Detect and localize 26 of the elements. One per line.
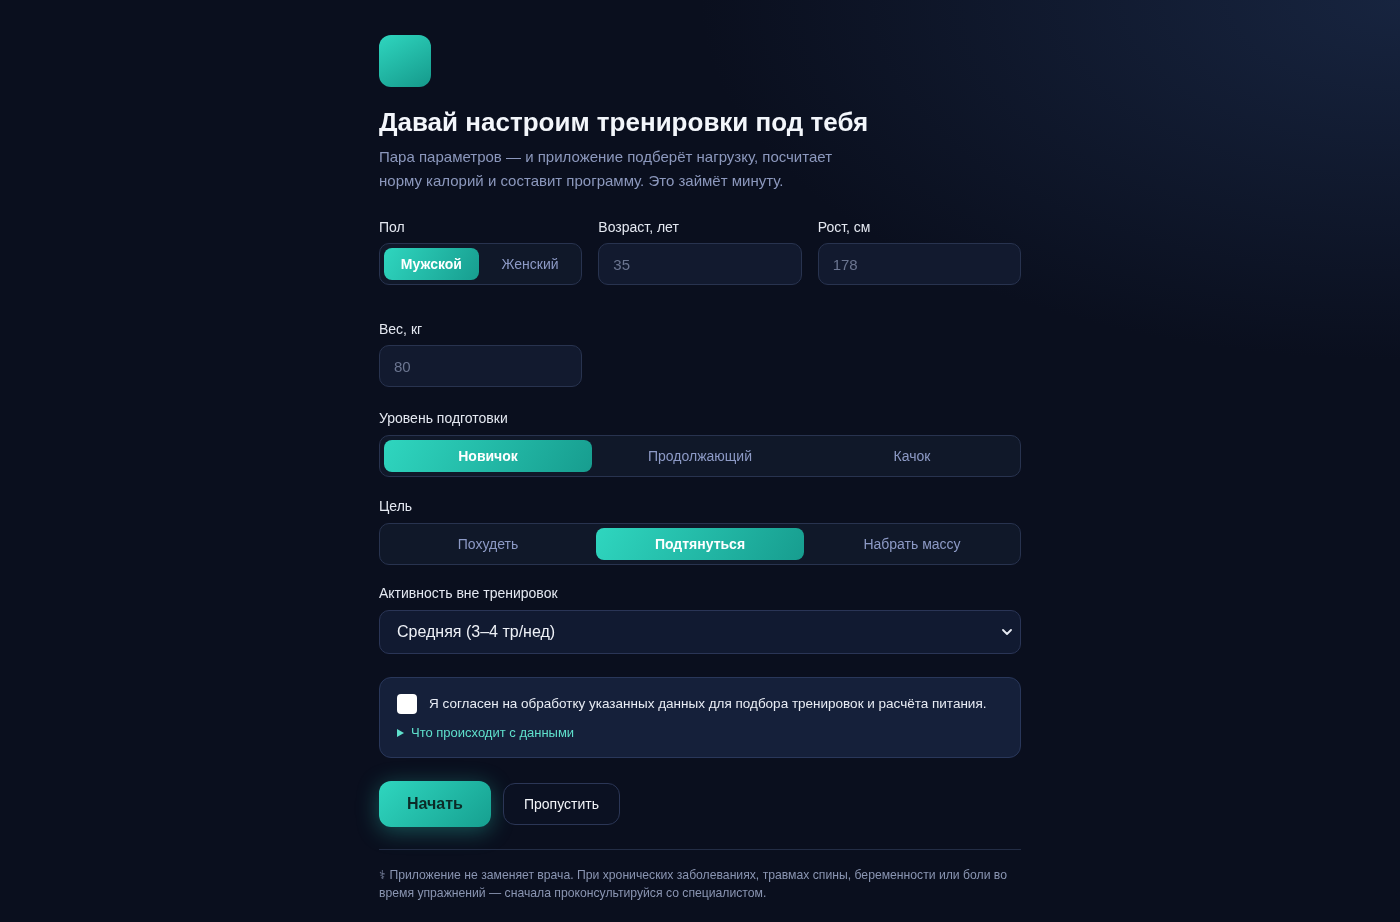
segment-option[interactable]: Продолжающий <box>596 440 804 472</box>
input-field[interactable]: 80 <box>379 345 583 387</box>
field-label: Активность вне тренировок <box>379 584 559 602</box>
input-field[interactable]: 178 <box>817 243 1021 285</box>
segment-option[interactable]: Набрать массу <box>808 528 1016 560</box>
page-title: Давай настроим тренировки под тебя <box>379 106 870 139</box>
field-label: Уровень подготовки <box>379 409 509 427</box>
field-label: Вес, кг <box>379 320 424 338</box>
logo-icon <box>379 35 431 87</box>
disclaimer-text: ⚕ Приложение не заменяет врача. При хронических заболеваниях, травмах спины, беременности или боли во время упражнений — сначала проконсультируйся со специалистом. <box>379 867 1008 902</box>
segment-option[interactable]: Качок <box>808 440 1016 472</box>
activity-select[interactable]: Средняя (3–4 тр/нед) <box>379 610 1021 654</box>
field-label: Пол <box>379 218 406 236</box>
consent-text: Я согласен на обработку указанных данных для подбора тренировок и расчёта питания. <box>429 695 987 713</box>
segment-option[interactable]: Похудеть <box>384 528 592 560</box>
details-toggle[interactable]: Что происходит с данными <box>397 724 575 742</box>
page-subtitle: Пара параметров — и приложение подберёт нагрузку, посчитает норму калорий и составит программу. Это займёт минуту. <box>379 147 833 191</box>
checkbox[interactable] <box>397 694 417 714</box>
segment-option[interactable]: Женский <box>482 248 578 280</box>
field-label: Возраст, лет <box>598 218 680 236</box>
chevron-down-icon <box>1002 629 1012 635</box>
input-field[interactable]: 35 <box>598 243 802 285</box>
field-label: Рост, см <box>817 218 872 236</box>
skip-button[interactable]: Пропустить <box>502 783 620 825</box>
field-label: Цель <box>379 497 414 515</box>
start-button[interactable]: Начать <box>379 781 491 827</box>
